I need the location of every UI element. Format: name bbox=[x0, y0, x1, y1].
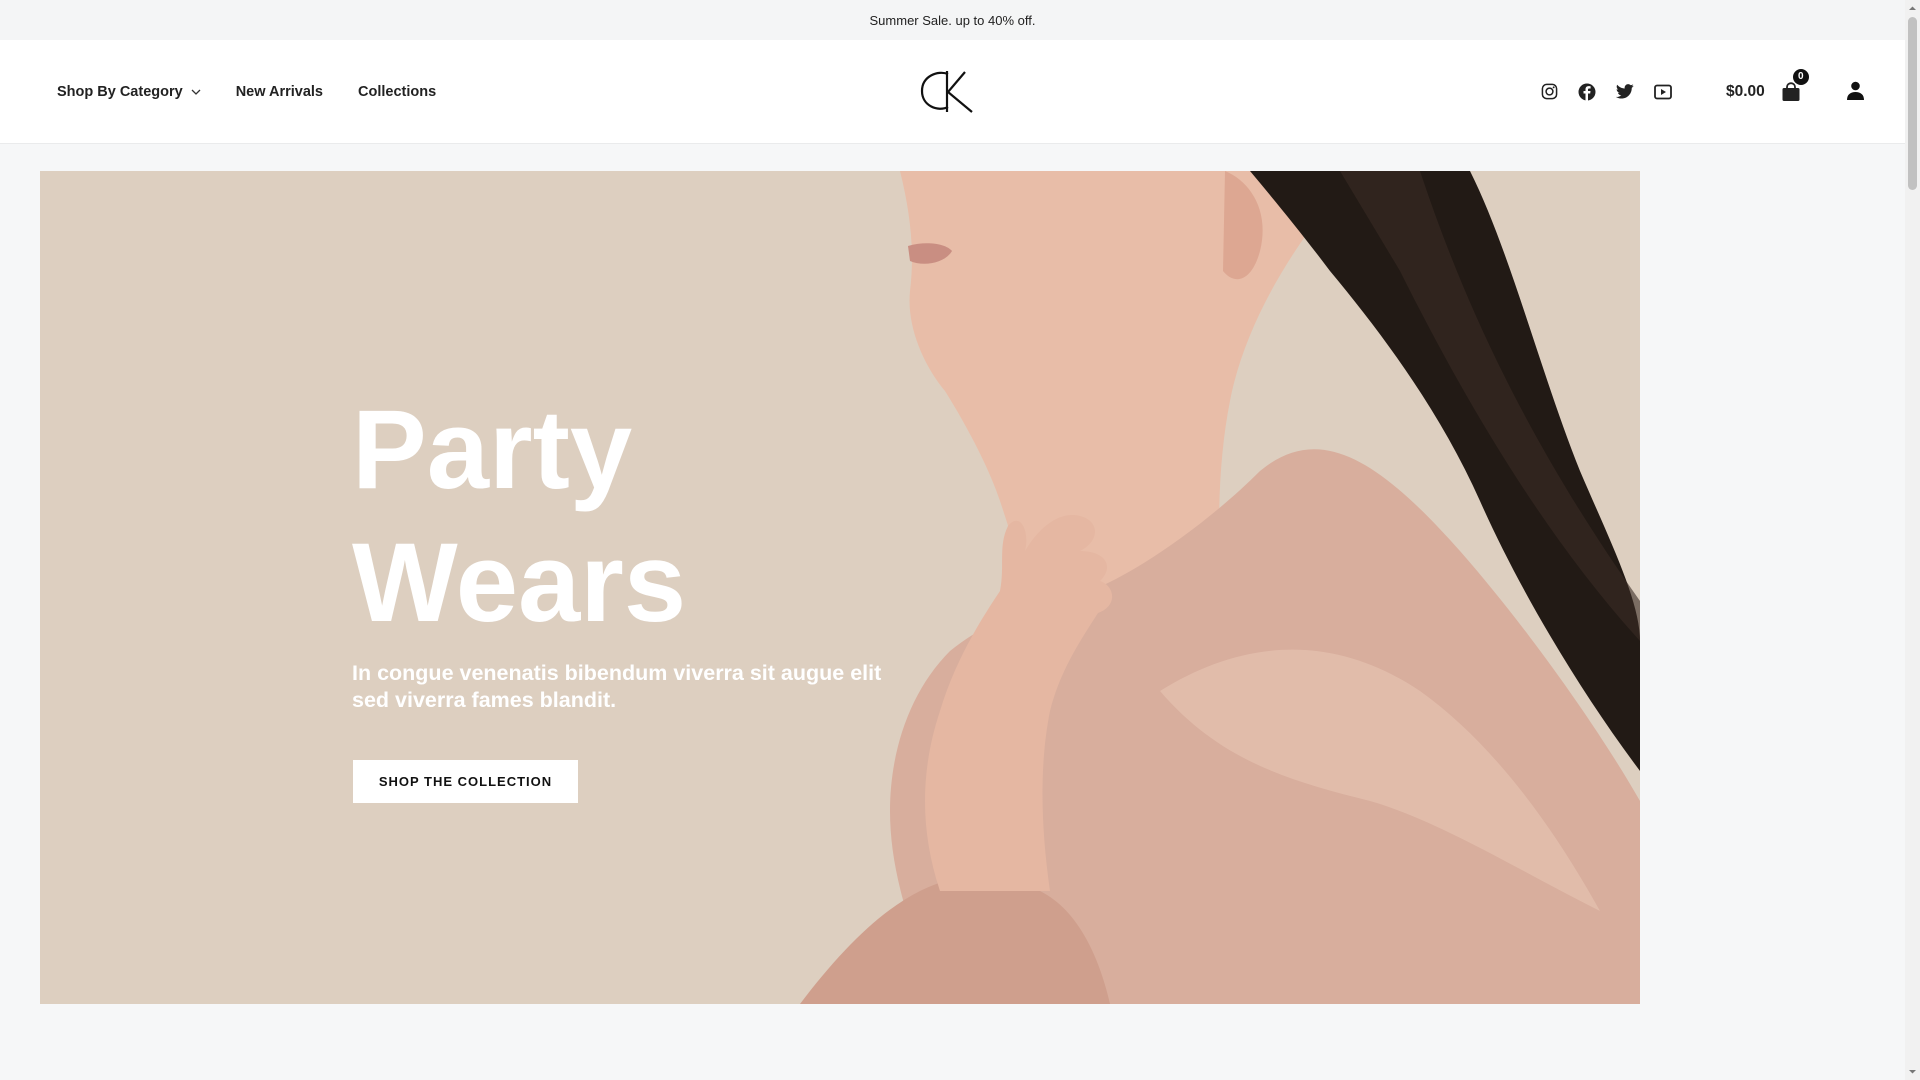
cart-count-badge: 0 bbox=[1792, 68, 1809, 85]
nav-shop-by-category[interactable]: Shop By Category bbox=[57, 84, 201, 100]
primary-nav: Shop By Category New Arrivals Collection… bbox=[57, 40, 471, 143]
twitter-icon[interactable] bbox=[1616, 83, 1634, 101]
cart-total: $0.00 bbox=[1726, 82, 1765, 100]
announcement-text: Summer Sale. up to 40% off. bbox=[869, 12, 1036, 28]
user-account-icon[interactable] bbox=[1846, 81, 1865, 101]
scroll-up-icon[interactable] bbox=[1908, 4, 1917, 13]
nav-item-label: New Arrivals bbox=[235, 83, 323, 100]
hero-title: Party Wears bbox=[352, 383, 912, 649]
nav-item-label: Collections bbox=[358, 83, 437, 100]
shopping-bag-icon: 0 bbox=[1781, 68, 1809, 102]
scrollbar-thumb[interactable] bbox=[1908, 17, 1917, 190]
site-header: Shop By Category New Arrivals Collection… bbox=[0, 40, 1905, 144]
hero-banner: Party Wears In congue venenatis bibendum… bbox=[40, 171, 1640, 1004]
nav-collections[interactable]: Collections bbox=[358, 84, 436, 100]
shop-the-collection-button[interactable]: SHOP THE COLLECTION bbox=[353, 760, 578, 803]
hero-title-line1: Party bbox=[352, 387, 633, 512]
instagram-icon[interactable] bbox=[1540, 83, 1558, 101]
chevron-down-icon bbox=[191, 89, 201, 95]
nav-new-arrivals[interactable]: New Arrivals bbox=[236, 84, 323, 100]
nav-item-label: Shop By Category bbox=[57, 83, 183, 100]
page-scrollbar[interactable] bbox=[1905, 0, 1920, 1080]
hero-subtitle: In congue venenatis bibendum viverra sit… bbox=[352, 661, 882, 712]
brand-logo[interactable] bbox=[916, 68, 974, 114]
social-links bbox=[1540, 40, 1692, 143]
youtube-icon[interactable] bbox=[1654, 83, 1672, 101]
hero-title-line2: Wears bbox=[352, 520, 687, 645]
announcement-bar: Summer Sale. up to 40% off. bbox=[0, 0, 1905, 41]
cart-link[interactable]: $0.00 0 bbox=[1726, 40, 1809, 143]
scroll-down-icon[interactable] bbox=[1908, 1067, 1917, 1076]
facebook-icon[interactable] bbox=[1578, 83, 1596, 101]
